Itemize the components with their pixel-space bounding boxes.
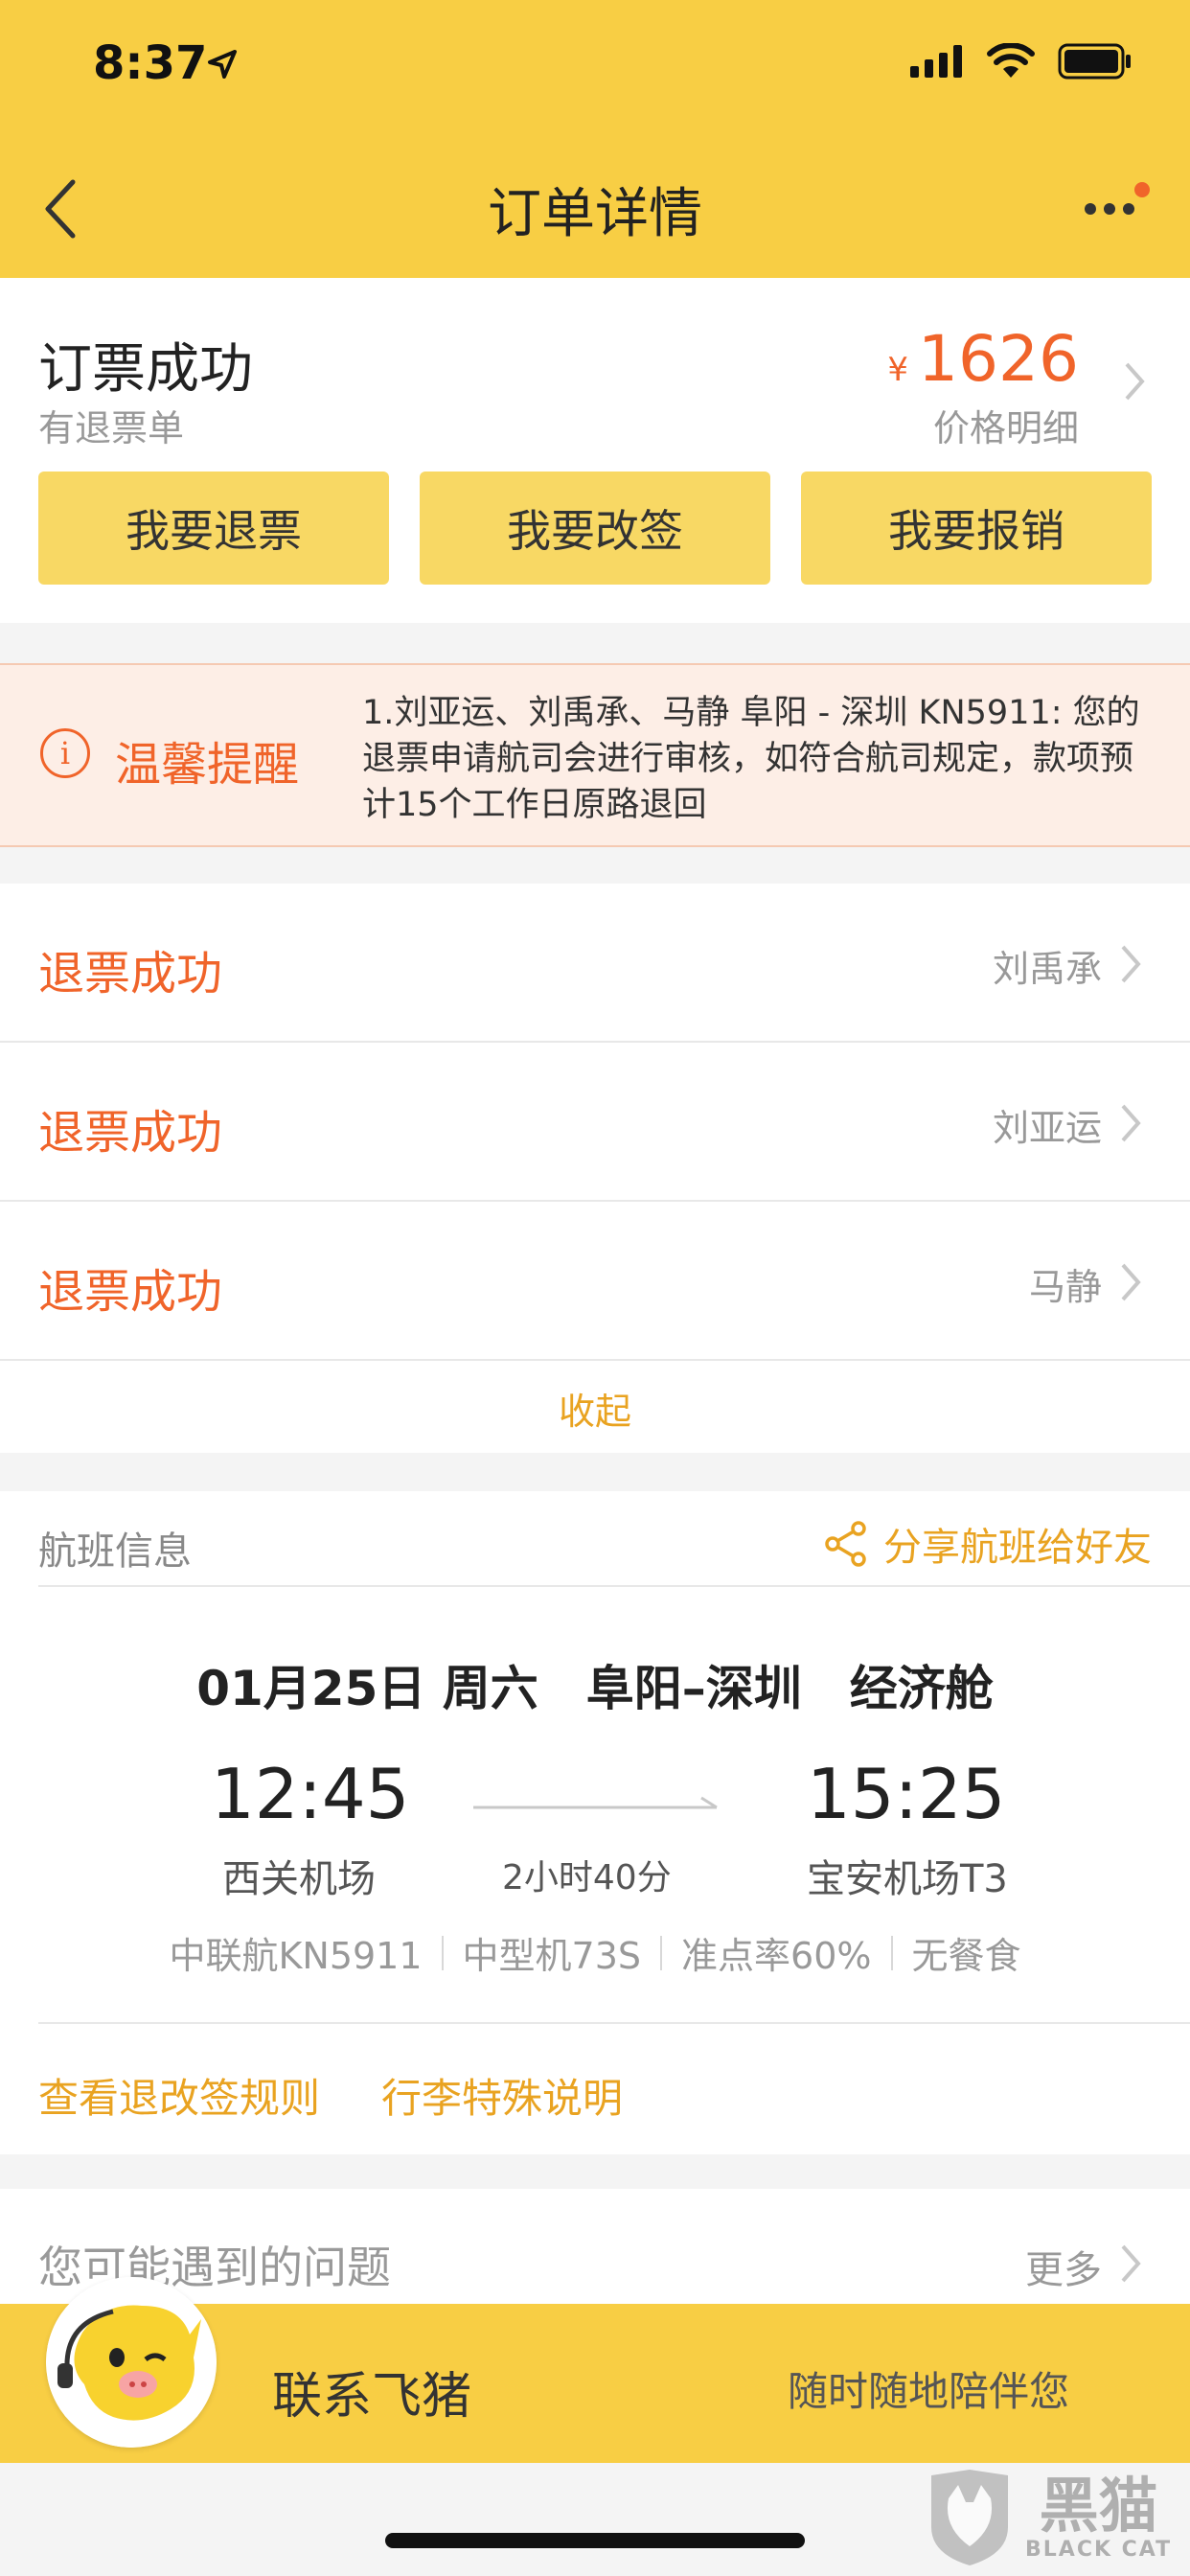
more-menu-icon[interactable] (1081, 182, 1161, 240)
refund-status: 退票成功 (38, 1265, 223, 1319)
chevron-right-icon (1121, 945, 1141, 983)
chevron-right-icon (1121, 1263, 1141, 1301)
refund-row[interactable]: 退票成功 刘亚运 (0, 1043, 1190, 1202)
order-status: 订票成功 (38, 338, 253, 401)
battery-icon (1058, 43, 1131, 80)
order-price[interactable]: ¥ 1626 (887, 322, 1079, 396)
currency-symbol: ¥ (887, 351, 909, 389)
share-flight-button[interactable]: 分享航班给好友 (824, 1516, 1152, 1572)
baggage-info-link[interactable]: 行李特殊说明 (381, 2066, 623, 2125)
divider (38, 1585, 1190, 1587)
status-time: 8:37 (93, 36, 208, 90)
price-detail-link[interactable]: 价格明细 (933, 399, 1079, 451)
flight-date-route: 01月25日 周六 阜阳–深圳 经济舱 (196, 1661, 994, 1716)
on-time-rate: 准点率60% (681, 1935, 872, 1977)
share-icon (825, 1521, 866, 1567)
arrival-airport: 宝安机场T3 (807, 1857, 1008, 1901)
watermark-cn: 黑猫 (1039, 2470, 1158, 2541)
reminder-text: 1.刘亚运、刘禹承、马静 阜阳 - 深圳 KN5911: 您的退票申请航司会进行… (362, 694, 1140, 824)
signal-icon (910, 45, 962, 78)
home-indicator[interactable] (385, 2533, 805, 2548)
chevron-right-icon (1121, 1104, 1141, 1142)
page-title: 订单详情 (488, 183, 702, 245)
separator (890, 1935, 893, 1970)
departure-time: 12:45 (211, 1754, 410, 1834)
meal-info: 无餐食 (911, 1935, 1021, 1977)
passenger-name: 马静 (1028, 1266, 1102, 1308)
refund-status: 退票成功 (38, 947, 223, 1000)
flight-links: 查看退改签规则 行李特殊说明 (38, 2066, 623, 2125)
passenger-name: 刘禹承 (992, 948, 1102, 990)
change-ticket-button[interactable]: 我要改签 (420, 472, 770, 585)
price-value: 1626 (918, 322, 1079, 396)
separator (660, 1935, 663, 1970)
refund-button[interactable]: 我要退票 (38, 472, 389, 585)
refund-row[interactable]: 退票成功 马静 (0, 1202, 1190, 1361)
order-sub-status: 有退票单 (38, 407, 185, 449)
flight-arrow-icon (473, 1796, 718, 1809)
faq-more-link[interactable]: 更多 (1025, 2239, 1102, 2294)
share-label: 分享航班给好友 (883, 1526, 1152, 1570)
refund-row[interactable]: 退票成功 刘禹承 (0, 884, 1190, 1043)
departure-airport: 西关机场 (222, 1857, 376, 1901)
wifi-icon (987, 43, 1035, 78)
refund-rules-link[interactable]: 查看退改签规则 (38, 2066, 320, 2125)
status-icons (910, 42, 1133, 80)
refund-status: 退票成功 (38, 1106, 223, 1160)
chevron-right-icon (1125, 362, 1145, 401)
watermark-text: 黑猫 BLACK CAT (1025, 2470, 1173, 2562)
flight-section-title: 航班信息 (38, 1530, 192, 1574)
flight-number: 中联航KN5911 (169, 1935, 423, 1977)
watermark-en: BLACK CAT (1025, 2537, 1173, 2562)
reimburse-button[interactable]: 我要报销 (801, 472, 1152, 585)
contact-fliggy-label: 联系飞猪 (272, 2368, 472, 2426)
flight-meta: 中联航KN5911 中型机73S 准点率60% 无餐食 (0, 1926, 1190, 1979)
contact-slogan: 随时随地陪伴您 (787, 2368, 1069, 2415)
flight-info-card (0, 1491, 1190, 2154)
location-arrow-icon (208, 50, 237, 79)
passenger-name: 刘亚运 (992, 1107, 1102, 1149)
reminder-title: 温馨提醒 (115, 738, 300, 792)
separator (441, 1935, 444, 1970)
flight-duration: 2小时40分 (502, 1858, 672, 1898)
black-cat-watermark: 黑猫 BLACK CAT (924, 2465, 1182, 2570)
cat-shield-icon (931, 2470, 1008, 2565)
aircraft-type: 中型机73S (462, 1935, 642, 1977)
arrival-time: 15:25 (807, 1754, 1006, 1834)
fliggy-mascot-avatar (46, 2277, 217, 2448)
collapse-button[interactable]: 收起 (0, 1382, 1190, 1435)
divider (38, 2022, 1190, 2024)
chevron-right-icon (1121, 2244, 1141, 2283)
info-icon: i (40, 728, 90, 778)
